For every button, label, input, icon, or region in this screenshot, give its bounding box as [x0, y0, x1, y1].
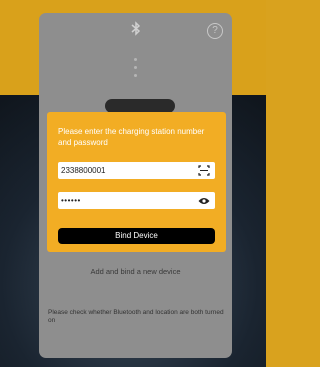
- help-icon[interactable]: ?: [207, 23, 223, 39]
- eye-icon[interactable]: [198, 197, 210, 205]
- password-value: ••••••: [61, 196, 81, 205]
- station-number-value: 2338800001: [61, 166, 106, 175]
- bind-device-dialog: Please enter the charging station number…: [47, 112, 226, 252]
- add-device-link[interactable]: Add and bind a new device: [39, 267, 232, 276]
- password-field[interactable]: ••••••: [58, 192, 215, 209]
- notice: Please check whether Bluetooth and locat…: [48, 309, 226, 327]
- progress-dots: [134, 58, 138, 82]
- notice-title: Please check whether Bluetooth and locat…: [48, 309, 224, 324]
- station-number-field[interactable]: 2338800001: [58, 162, 215, 179]
- card-pill-button[interactable]: [105, 99, 175, 113]
- bluetooth-icon: [129, 21, 143, 37]
- dialog-title: Please enter the charging station number…: [58, 127, 205, 147]
- scan-icon[interactable]: [198, 165, 210, 176]
- bind-device-button[interactable]: Bind Device: [58, 228, 215, 244]
